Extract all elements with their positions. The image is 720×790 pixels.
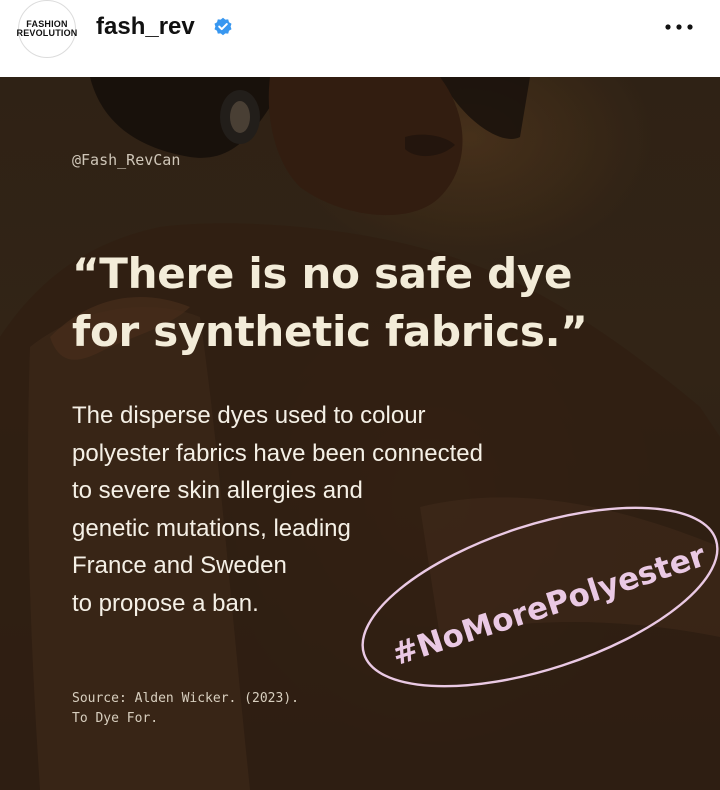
avatar-text-line2: REVOLUTION — [16, 28, 78, 38]
quote-line: for synthetic fabrics.” — [72, 307, 588, 356]
source-citation: Source: Alden Wicker. (2023). To Dye For… — [72, 689, 372, 729]
headline-quote: “There is no safe dye for synthetic fabr… — [72, 245, 632, 361]
avatar[interactable]: FASHION REVOLUTION — [16, 0, 78, 58]
source-line: Source: Alden Wicker. (2023). — [72, 691, 299, 706]
post-header: FASHION REVOLUTION fash_rev — [0, 0, 720, 77]
quote-line: “There is no safe dye — [72, 249, 573, 298]
post-image: @Fash_RevCan “There is no safe dye for s… — [0, 77, 720, 790]
account-handle: @Fash_RevCan — [72, 151, 181, 169]
hashtag-text: #NoMorePolyester — [388, 538, 711, 674]
hashtag-badge: #NoMorePolyester — [361, 506, 719, 688]
source-line: To Dye For. — [72, 711, 159, 726]
body-line: polyester fabrics have been connected — [72, 439, 483, 467]
body-line: The disperse dyes used to colour — [72, 402, 426, 429]
verified-badge-icon — [214, 17, 232, 36]
more-options-icon[interactable] — [664, 20, 694, 34]
username[interactable]: fash_rev — [96, 13, 195, 41]
